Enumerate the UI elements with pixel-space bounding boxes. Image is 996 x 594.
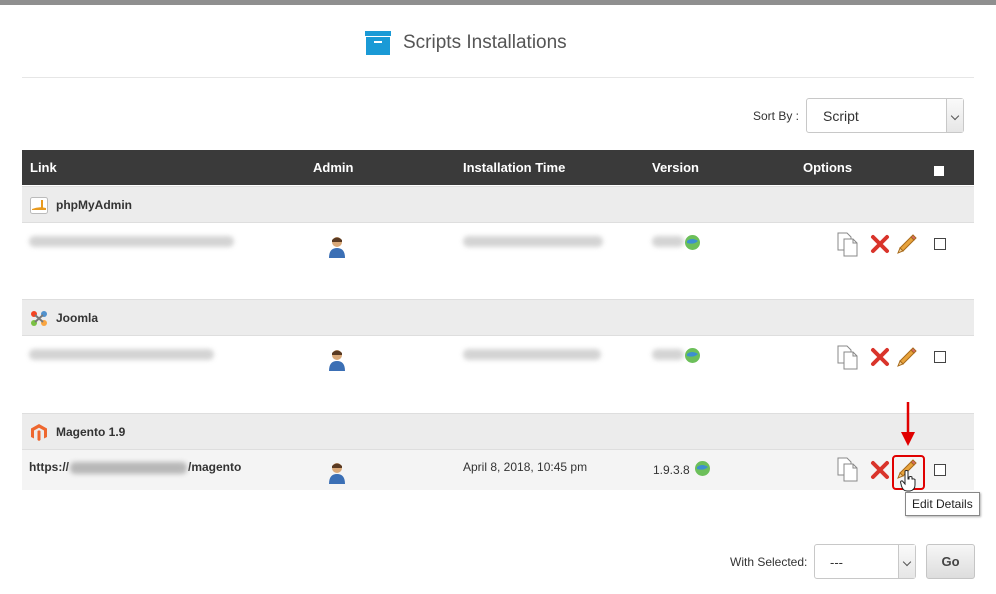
header-divider — [22, 77, 974, 78]
upgrade-globe-icon[interactable] — [684, 347, 701, 364]
upgrade-globe-icon[interactable] — [684, 234, 701, 251]
link-prefix: https:// — [29, 460, 69, 474]
page-title: Scripts Installations — [403, 32, 567, 53]
blurred-link[interactable] — [29, 349, 214, 360]
magento-icon — [31, 424, 47, 441]
select-all-checkbox[interactable] — [934, 166, 944, 176]
row-checkbox[interactable] — [934, 238, 946, 250]
row-checkbox[interactable] — [934, 351, 946, 363]
table-header: Link Admin Installation Time Version Opt… — [22, 150, 974, 185]
clone-icon[interactable] — [837, 232, 859, 257]
table-row: https:// /magento April 8, 2018, 10:45 pm… — [22, 450, 974, 490]
blurred-installation-time — [463, 236, 603, 247]
column-link: Link — [30, 160, 57, 175]
table-row — [22, 224, 974, 264]
group-row-magento: Magento 1.9 — [22, 413, 974, 450]
phpmyadmin-icon — [30, 197, 48, 214]
group-name: Joomla — [56, 311, 99, 325]
table-row — [22, 337, 974, 377]
edit-details-tooltip: Edit Details — [905, 492, 980, 516]
column-admin: Admin — [313, 160, 354, 175]
go-button[interactable]: Go — [926, 544, 975, 579]
sort-by-label: Sort By : — [753, 109, 800, 123]
installation-link[interactable]: https:// /magento — [29, 459, 241, 475]
group-name: Magento 1.9 — [56, 425, 126, 439]
page-header: Scripts Installations — [0, 5, 996, 77]
link-suffix: /magento — [188, 460, 242, 474]
with-selected-label: With Selected: — [730, 555, 808, 569]
edit-pencil-icon[interactable] — [896, 233, 918, 255]
chevron-down-icon[interactable] — [946, 99, 963, 132]
red-arrow-annotation — [901, 402, 915, 446]
blurred-version — [652, 236, 684, 247]
upgrade-globe-icon[interactable] — [694, 460, 711, 477]
with-selected-value: --- — [830, 555, 843, 570]
row-checkbox[interactable] — [934, 464, 946, 476]
group-name: phpMyAdmin — [56, 198, 132, 212]
column-installation-time: Installation Time — [463, 160, 566, 175]
blurred-link[interactable] — [29, 236, 234, 247]
group-row-joomla: Joomla — [22, 299, 974, 336]
delete-icon[interactable] — [870, 347, 890, 367]
delete-icon[interactable] — [870, 460, 890, 480]
admin-user-icon[interactable] — [328, 236, 346, 258]
joomla-icon — [31, 311, 47, 326]
sort-by-value: Script — [823, 108, 859, 124]
group-row-phpmyadmin: phpMyAdmin — [22, 186, 974, 223]
clone-icon[interactable] — [837, 345, 859, 370]
blurred-installation-time — [463, 349, 601, 360]
admin-user-icon[interactable] — [328, 462, 346, 484]
column-options: Options — [803, 160, 853, 175]
delete-icon[interactable] — [870, 234, 890, 254]
installation-time: April 8, 2018, 10:45 pm — [463, 460, 588, 474]
clone-icon[interactable] — [837, 457, 859, 482]
with-selected-select[interactable]: --- — [814, 544, 916, 579]
archive-box-icon — [365, 31, 391, 55]
blurred-domain — [70, 461, 187, 474]
hand-cursor-icon — [900, 470, 916, 492]
edit-pencil-icon[interactable] — [896, 346, 918, 368]
sort-by-select[interactable]: Script — [806, 98, 964, 133]
column-version: Version — [652, 160, 699, 175]
blurred-version — [652, 349, 684, 360]
admin-user-icon[interactable] — [328, 349, 346, 371]
chevron-down-icon[interactable] — [898, 545, 915, 578]
version: 1.9.3.8 — [653, 463, 690, 477]
